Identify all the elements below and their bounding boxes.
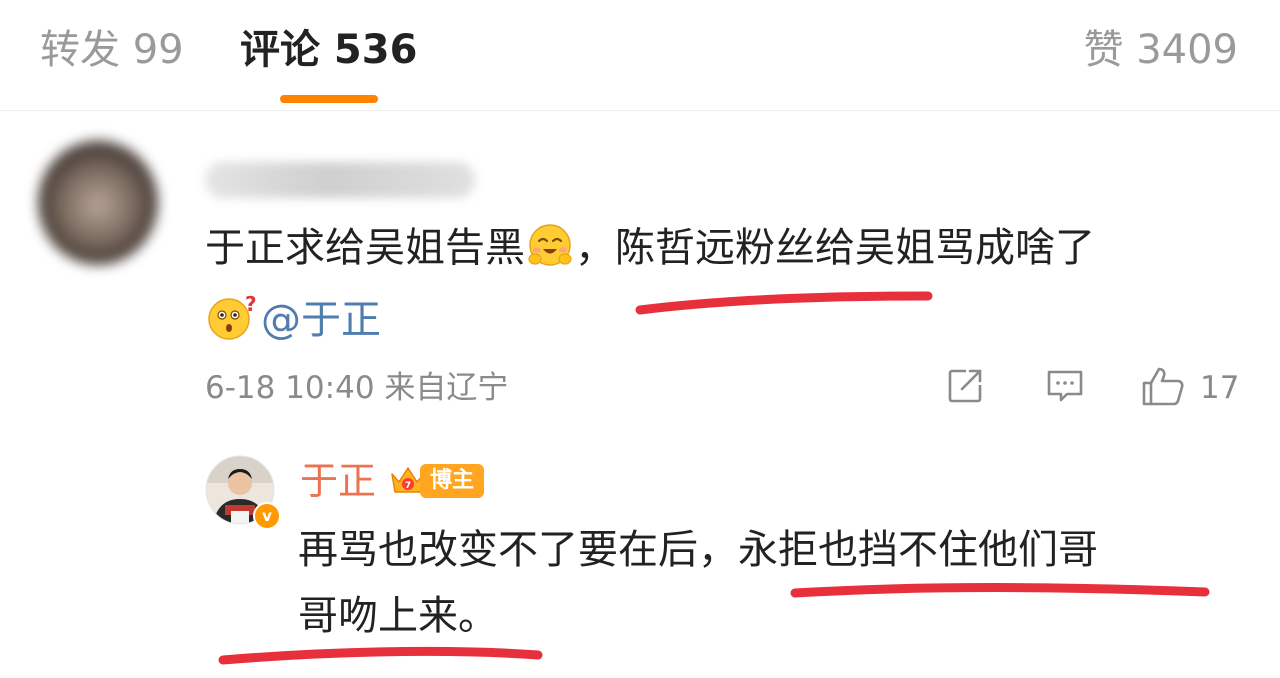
tab-repost[interactable]: 转发 99 [40, 22, 184, 78]
verified-icon: v [253, 502, 281, 530]
tab-comments[interactable]: 评论 536 [240, 22, 417, 78]
reply-author-name[interactable]: 于正 [300, 455, 376, 507]
mention-link[interactable]: @于正 [261, 297, 381, 343]
underline-reply-line2 [218, 646, 543, 665]
share-icon [944, 365, 986, 411]
share-button[interactable] [944, 366, 986, 410]
comment-text-part1: 于正求给吴姐告黑 [205, 225, 525, 271]
tab-bar: 转发 99 评论 536 赞 3409 [0, 0, 1280, 110]
svg-text:7: 7 [405, 481, 411, 491]
like-button[interactable]: 17 [1140, 366, 1239, 410]
comment-icon [1044, 365, 1086, 411]
svg-text:?: ? [245, 293, 257, 316]
commenter-name-blurred[interactable] [205, 162, 475, 198]
confused-emoji-icon: ? [205, 292, 261, 358]
reply-text-line1: 再骂也改变不了要在后，永拒也挡不住他们哥 [298, 527, 1098, 573]
underline-reply-line1 [790, 583, 1210, 598]
like-count: 17 [1200, 370, 1240, 406]
comment-meta: 6-18 10:40 来自辽宁 [205, 366, 508, 410]
active-tab-indicator [280, 95, 378, 103]
divider [0, 110, 1280, 111]
reply-button[interactable] [1044, 366, 1086, 410]
comment-text-line2: ? @于正 [205, 292, 381, 358]
comment-location: 来自辽宁 [384, 370, 509, 406]
like-icon [1140, 364, 1186, 412]
hug-emoji-icon [525, 221, 575, 286]
underline-comment [635, 291, 933, 315]
reply-text-line2: 哥吻上来。 [298, 593, 498, 639]
tab-likes[interactable]: 赞 3409 [1083, 22, 1238, 78]
commenter-avatar[interactable] [38, 140, 158, 265]
comment-text-part2: ，陈哲远粉丝给吴姐骂成啥了 [575, 225, 1095, 271]
blogger-badge: 博主 [420, 464, 485, 498]
comment-time: 6-18 10:40 [205, 370, 375, 406]
comment-text: 于正求给吴姐告黑 ，陈哲远粉丝给吴姐骂成啥了 [205, 220, 1095, 286]
